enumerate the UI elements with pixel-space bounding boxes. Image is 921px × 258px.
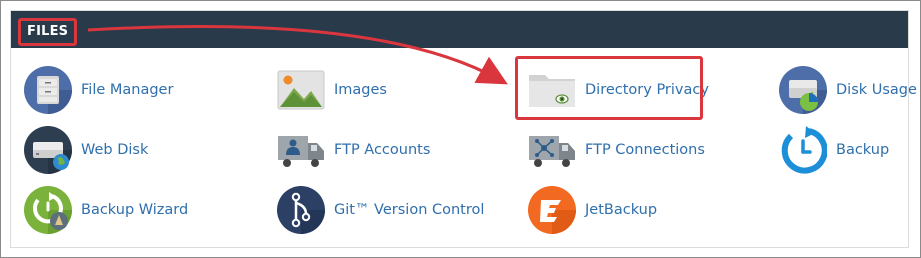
annotation-arrow-icon: [87, 25, 508, 85]
